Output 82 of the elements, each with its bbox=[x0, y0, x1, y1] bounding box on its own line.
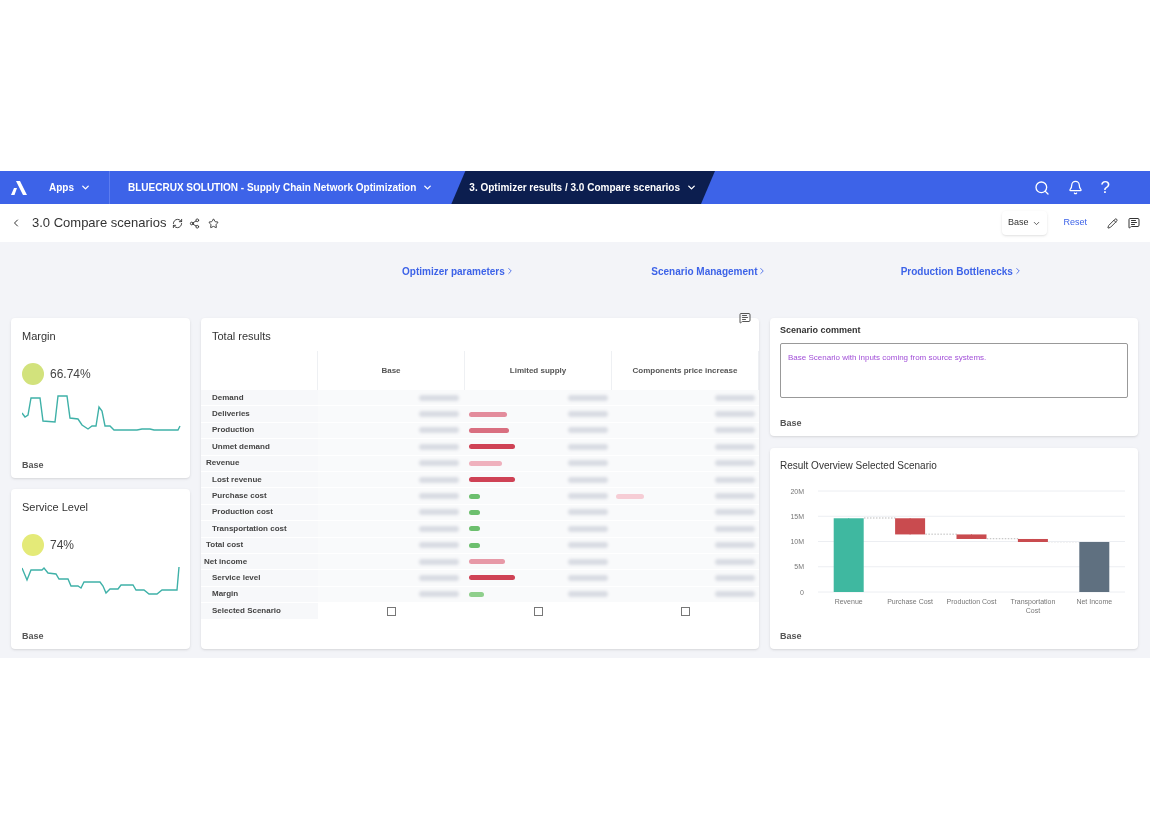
star-icon[interactable] bbox=[208, 217, 220, 229]
card-footer: Base bbox=[22, 629, 179, 643]
card-title: Margin bbox=[22, 329, 57, 344]
redacted-value bbox=[715, 591, 755, 598]
redacted-value bbox=[419, 427, 459, 434]
row-label: Deliveries bbox=[201, 406, 318, 423]
row-label: Purchase cost bbox=[201, 488, 318, 505]
redacted-value bbox=[419, 493, 459, 500]
caret-icon bbox=[80, 182, 91, 193]
redacted-value bbox=[715, 394, 755, 401]
caret-icon bbox=[686, 182, 697, 193]
redacted-value bbox=[715, 476, 755, 483]
row-label: Service level bbox=[201, 570, 318, 587]
row-label: Selected Scenario bbox=[201, 603, 318, 620]
kpi-value: 74% bbox=[50, 536, 75, 554]
comment-field[interactable]: Base Scenario with inputs coming from source systems. bbox=[780, 342, 1128, 398]
row-label: Demand bbox=[201, 390, 318, 407]
nav-link[interactable]: Scenario Management bbox=[651, 263, 901, 279]
redacted-value bbox=[568, 460, 608, 467]
redacted-value bbox=[568, 509, 608, 516]
redacted-value bbox=[715, 575, 755, 581]
field-label: Scenario comment bbox=[780, 324, 862, 337]
scenario-dropdown[interactable]: Base bbox=[1001, 211, 1048, 235]
redacted-value bbox=[715, 411, 755, 418]
redacted-value bbox=[419, 542, 459, 549]
share-icon[interactable] bbox=[189, 217, 201, 229]
redacted-value bbox=[419, 476, 459, 483]
kpi-value: 66.74% bbox=[50, 365, 91, 383]
breadcrumb[interactable]: BLUECRUX SOLUTION - Supply Chain Network Optimization bbox=[110, 171, 448, 204]
help-button[interactable]: ? bbox=[1100, 179, 1110, 196]
redacted-value bbox=[419, 394, 459, 401]
row-label: Unmet demand bbox=[201, 439, 318, 456]
reset-button[interactable]: Reset bbox=[1063, 216, 1087, 230]
comment-icon[interactable] bbox=[1128, 217, 1140, 229]
card-title: Result Overview Selected Scenario bbox=[780, 459, 938, 473]
redacted-value bbox=[419, 575, 459, 581]
redacted-value bbox=[715, 493, 755, 500]
nav-link[interactable]: Production Bottlenecks bbox=[900, 263, 1150, 279]
refresh-icon[interactable] bbox=[172, 217, 184, 229]
page-title: 3.0 Compare scenarios bbox=[32, 214, 167, 233]
redacted-value bbox=[568, 427, 608, 434]
redacted-value bbox=[568, 443, 608, 450]
redacted-value bbox=[568, 558, 608, 565]
caret-icon bbox=[422, 182, 434, 193]
redacted-value bbox=[568, 493, 608, 500]
card-footer: Base bbox=[780, 416, 1128, 430]
redacted-value bbox=[419, 591, 459, 598]
breadcrumb[interactable]: 3. Optimizer results / 3.0 Compare scenarios bbox=[451, 171, 715, 204]
redacted-value bbox=[568, 476, 608, 483]
redacted-value bbox=[419, 558, 459, 565]
redacted-value bbox=[715, 558, 755, 565]
nav-link[interactable]: Optimizer parameters bbox=[402, 263, 652, 279]
bell-icon[interactable] bbox=[1067, 180, 1083, 195]
row-label: Transportation cost bbox=[201, 521, 318, 538]
comment-icon[interactable] bbox=[739, 312, 751, 324]
redacted-value bbox=[715, 443, 755, 450]
redacted-value bbox=[568, 591, 608, 598]
card-footer: Base bbox=[22, 458, 179, 472]
redacted-value bbox=[715, 509, 755, 516]
redacted-value bbox=[715, 542, 755, 549]
card-footer: Base bbox=[780, 629, 1128, 643]
redacted-value bbox=[419, 509, 459, 516]
checkbox[interactable] bbox=[387, 606, 396, 616]
redacted-value bbox=[419, 443, 459, 450]
redacted-value bbox=[568, 542, 608, 549]
redacted-value bbox=[419, 411, 459, 418]
card-title: Service Level bbox=[22, 500, 90, 515]
redacted-value bbox=[419, 525, 459, 532]
checkbox[interactable] bbox=[534, 606, 543, 616]
logo-icon bbox=[11, 180, 27, 195]
search-icon[interactable] bbox=[1033, 179, 1050, 196]
redacted-value bbox=[419, 460, 459, 467]
redacted-value bbox=[568, 575, 608, 581]
redacted-value bbox=[568, 525, 608, 532]
redacted-value bbox=[568, 394, 608, 401]
redacted-value bbox=[568, 411, 608, 418]
redacted-value bbox=[715, 525, 755, 532]
pencil-icon[interactable] bbox=[1107, 217, 1118, 229]
checkbox[interactable] bbox=[681, 606, 690, 616]
redacted-value bbox=[715, 427, 755, 434]
card-title: Total results bbox=[211, 329, 272, 344]
redacted-value bbox=[715, 460, 755, 467]
